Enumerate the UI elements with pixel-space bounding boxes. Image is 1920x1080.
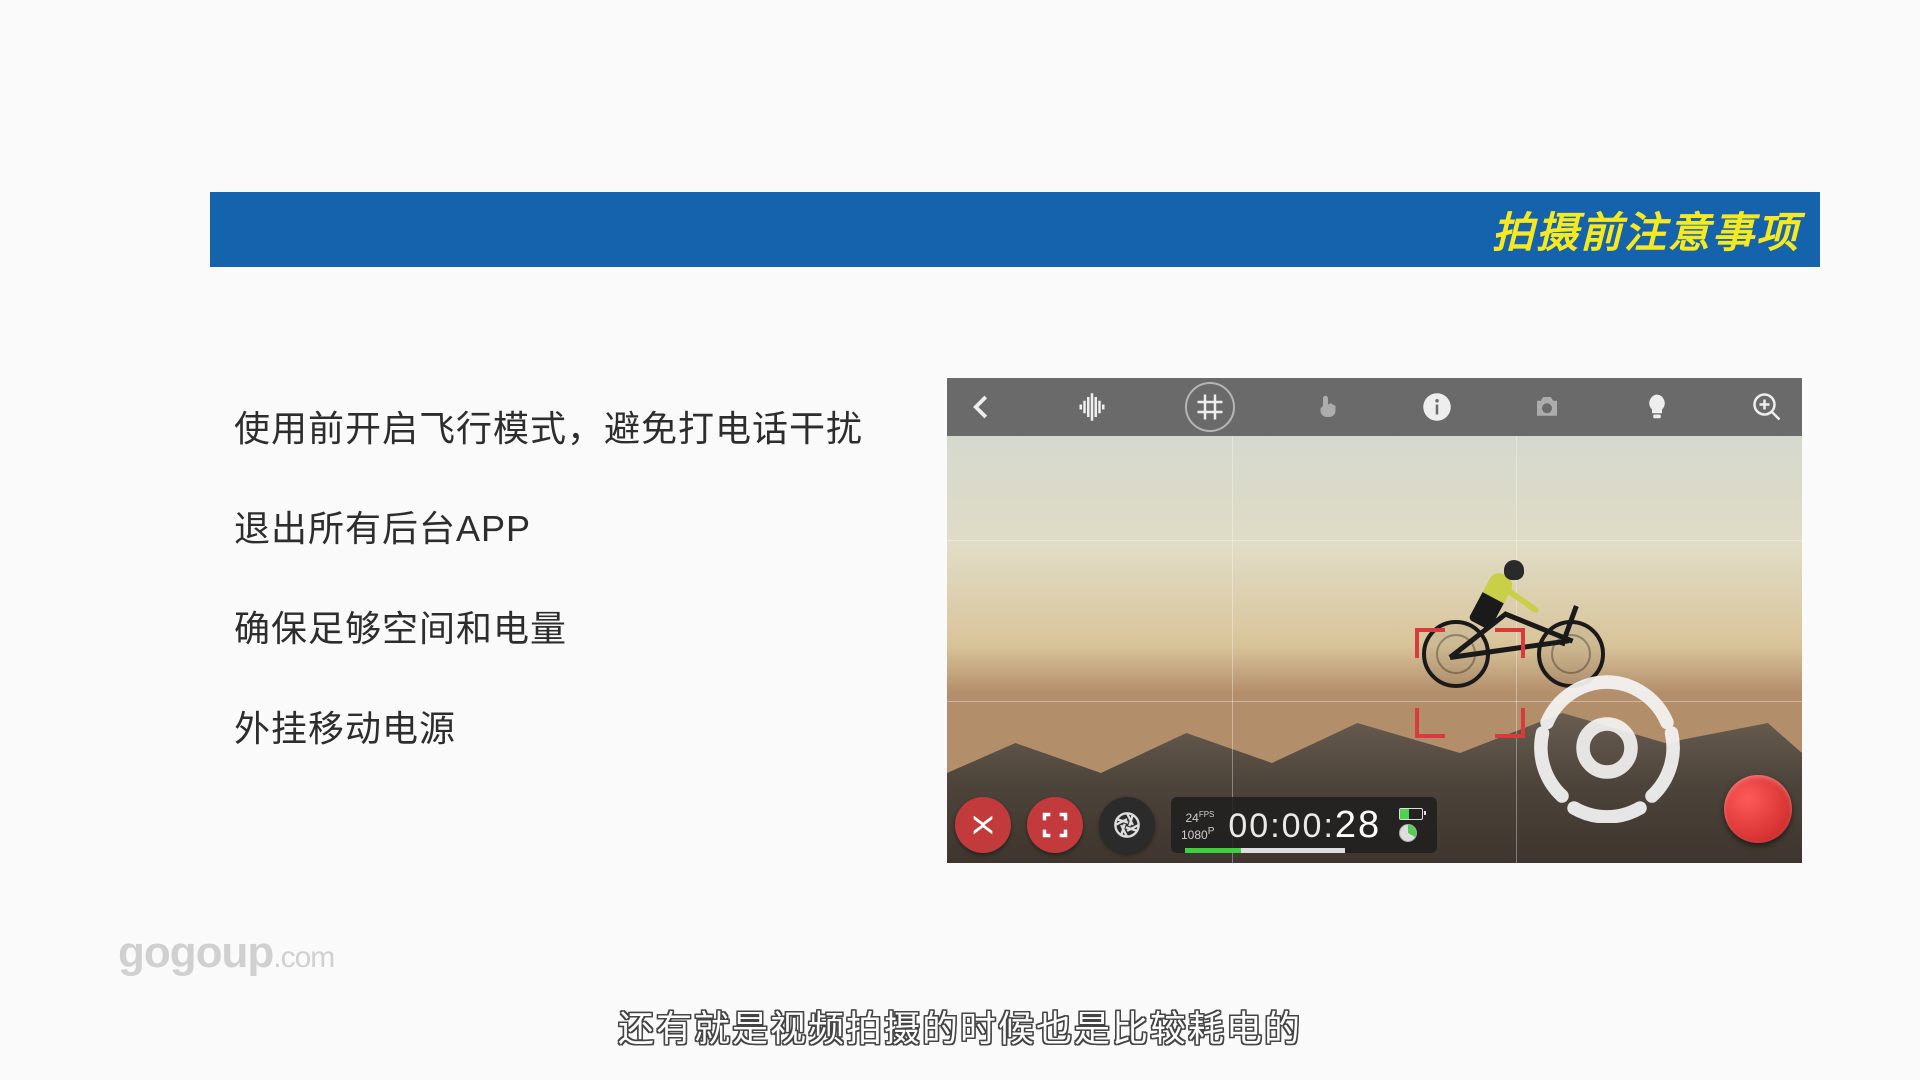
timer-prefix: 00:00: — [1228, 807, 1335, 845]
zoom-in-icon[interactable] — [1750, 390, 1784, 424]
timer-seconds: 28 — [1335, 804, 1381, 846]
camera-bottom-toolbar: 24FPS 1080P 00:00:28 — [955, 797, 1437, 853]
camera-app: 24FPS 1080P 00:00:28 — [947, 378, 1802, 863]
audio-waveform-icon[interactable] — [1075, 390, 1109, 424]
fps-value: 24 — [1185, 811, 1198, 825]
subtitle: 还有就是视频拍摄的时候也是比较耗电的 — [618, 1000, 1302, 1052]
banner-title: 拍摄前注意事项 — [1492, 199, 1800, 260]
resolution-unit: P — [1208, 826, 1215, 837]
bullet-item: 使用前开启飞行模式，避免打电话干扰 — [234, 400, 863, 452]
timer: 00:00:28 — [1228, 804, 1381, 847]
frame-button[interactable] — [1027, 797, 1083, 853]
grid-line — [1232, 378, 1233, 863]
camera-icon[interactable] — [1530, 390, 1564, 424]
banner: 拍摄前注意事项 — [210, 192, 1820, 267]
back-icon[interactable] — [965, 390, 999, 424]
bullet-item: 外挂移动电源 — [234, 700, 863, 752]
focus-indicator — [1415, 628, 1525, 738]
status-indicators — [1399, 808, 1423, 842]
resolution-value: 1080 — [1181, 828, 1208, 842]
watermark-brand: gogoup — [118, 928, 273, 977]
aperture-shutter-icon[interactable] — [1532, 673, 1682, 823]
timer-panel: 24FPS 1080P 00:00:28 — [1171, 797, 1437, 853]
watermark-suffix: .com — [273, 941, 334, 974]
record-button[interactable] — [1724, 775, 1792, 843]
rider-head — [1504, 560, 1524, 580]
grid-line — [947, 540, 1802, 541]
watermark: gogoup.com — [118, 928, 334, 978]
info-icon[interactable] — [1420, 390, 1454, 424]
battery-icon — [1399, 808, 1423, 820]
aperture-button[interactable] — [1099, 797, 1155, 853]
camera-top-toolbar — [947, 378, 1802, 436]
light-icon[interactable] — [1640, 390, 1674, 424]
grid-icon[interactable] — [1185, 382, 1235, 432]
spec-readout: 24FPS 1080P — [1181, 808, 1214, 842]
storage-icon — [1399, 824, 1417, 842]
bullet-item: 退出所有后台APP — [234, 500, 863, 552]
progress-strip — [1185, 848, 1345, 853]
gesture-icon[interactable] — [1311, 390, 1345, 424]
bullet-list: 使用前开启飞行模式，避免打电话干扰 退出所有后台APP 确保足够空间和电量 外挂… — [234, 400, 863, 800]
fps-unit: FPS — [1199, 810, 1215, 819]
bullet-item: 确保足够空间和电量 — [234, 600, 863, 652]
mode-button[interactable] — [955, 797, 1011, 853]
slide: 拍摄前注意事项 使用前开启飞行模式，避免打电话干扰 退出所有后台APP 确保足够… — [0, 0, 1920, 1080]
